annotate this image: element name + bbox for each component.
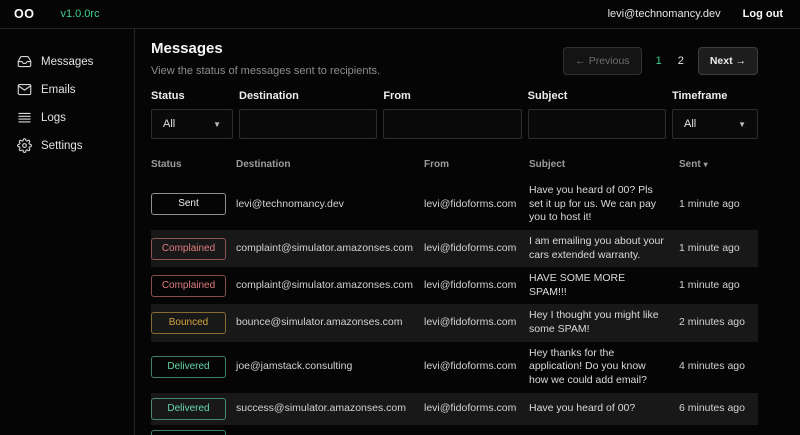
- sidebar-item-settings[interactable]: Settings: [0, 133, 134, 158]
- filters-bar: Status All ▼ Destination From Subject Ti…: [151, 90, 758, 139]
- sidebar-item-label: Logs: [41, 112, 66, 124]
- destination-filter-input[interactable]: [239, 109, 377, 139]
- status-badge: Complained: [151, 238, 226, 260]
- subject-filter-input[interactable]: [528, 109, 666, 139]
- table-row: Delivered success@simulator.amazonses.co…: [151, 393, 758, 425]
- table-row: Delivered joe@jamstack.consulting levi@f…: [151, 342, 758, 393]
- pagination: ← Previous 1 2 Next →: [563, 47, 758, 75]
- previous-page-button[interactable]: ← Previous: [563, 47, 641, 75]
- timeframe-filter-value: All: [684, 118, 696, 130]
- sidebar-item-label: Emails: [41, 84, 76, 96]
- table-row: Complained complaint@simulator.amazonses…: [151, 230, 758, 267]
- cell-subject: Hey thanks for the application! Do you k…: [529, 347, 679, 388]
- status-badge: Bounced: [151, 312, 226, 334]
- column-header-subject: Subject: [529, 159, 679, 170]
- page-title: Messages: [151, 40, 380, 57]
- user-email: levi@technomancy.dev: [608, 8, 721, 20]
- messages-table: Status Destination From Subject Sent▾ Se…: [151, 153, 758, 435]
- cell-sent: 1 minute ago: [679, 279, 757, 293]
- version-label: v1.0.0rc: [60, 8, 99, 20]
- cell-sent: 1 minute ago: [679, 198, 757, 212]
- cell-destination: levi@technomancy.dev: [236, 198, 424, 212]
- chevron-down-icon: ▼: [213, 120, 221, 129]
- cell-subject: Hey I thought you might like some SPAM!: [529, 309, 679, 336]
- sidebar: Messages Emails Logs Settings: [0, 29, 135, 435]
- cell-from: levi@fidoforms.com: [424, 402, 529, 416]
- cell-from: levi@fidoforms.com: [424, 198, 529, 212]
- logs-icon: [17, 110, 32, 125]
- page-subtitle: View the status of messages sent to reci…: [151, 65, 380, 77]
- cell-from: levi@fidoforms.com: [424, 360, 529, 374]
- main-content: Messages View the status of messages sen…: [135, 29, 800, 435]
- cell-sent: 1 minute ago: [679, 242, 757, 256]
- from-filter-label: From: [383, 90, 521, 102]
- cell-destination: complaint@simulator.amazonses.com: [236, 279, 424, 293]
- cell-subject: HAVE SOME MORE SPAM!!!: [529, 272, 679, 299]
- next-page-button[interactable]: Next →: [698, 47, 758, 75]
- subject-filter-label: Subject: [528, 90, 666, 102]
- sidebar-item-label: Messages: [41, 56, 93, 68]
- top-bar: OO v1.0.0rc levi@technomancy.dev Log out: [0, 0, 800, 29]
- cell-destination: complaint@simulator.amazonses.com: [236, 242, 424, 256]
- cell-sent: 6 minutes ago: [679, 402, 757, 416]
- column-header-from: From: [424, 159, 529, 170]
- table-row: Sent levi@technomancy.dev levi@fidoforms…: [151, 179, 758, 230]
- app-logo: OO: [14, 7, 34, 21]
- column-header-status: Status: [151, 159, 236, 170]
- inbox-icon: [17, 54, 32, 69]
- chevron-down-icon: ▼: [738, 120, 746, 129]
- cell-from: levi@fidoforms.com: [424, 242, 529, 256]
- sort-descending-icon: ▾: [704, 160, 708, 169]
- table-row: Bounced bounce@simulator.amazonses.com l…: [151, 304, 758, 341]
- cell-from: levi@fidoforms.com: [424, 279, 529, 293]
- cell-destination: bounce@simulator.amazonses.com: [236, 316, 424, 330]
- status-badge: Sent: [151, 193, 226, 215]
- sidebar-item-label: Settings: [41, 140, 83, 152]
- status-badge: Delivered: [151, 356, 226, 378]
- status-filter-select[interactable]: All ▼: [151, 109, 233, 139]
- sidebar-item-emails[interactable]: Emails: [0, 77, 134, 102]
- timeframe-filter-select[interactable]: All ▼: [672, 109, 758, 139]
- from-filter-input[interactable]: [383, 109, 521, 139]
- status-filter-value: All: [163, 118, 175, 130]
- page-number-current[interactable]: 1: [654, 55, 664, 67]
- sidebar-item-logs[interactable]: Logs: [0, 105, 134, 130]
- status-badge: Delivered: [151, 430, 226, 435]
- topbar-right: levi@technomancy.dev Log out: [608, 8, 783, 20]
- envelope-icon: [17, 82, 32, 97]
- timeframe-filter-label: Timeframe: [672, 90, 758, 102]
- gear-icon: [17, 138, 32, 153]
- page-number[interactable]: 2: [676, 55, 686, 67]
- column-header-sent[interactable]: Sent▾: [679, 159, 757, 170]
- cell-from: levi@fidoforms.com: [424, 316, 529, 330]
- status-badge: Complained: [151, 275, 226, 297]
- status-badge: Delivered: [151, 398, 226, 420]
- table-header-row: Status Destination From Subject Sent▾: [151, 153, 758, 179]
- logout-button[interactable]: Log out: [743, 8, 783, 20]
- messages-table-body: Sent levi@technomancy.dev levi@fidoforms…: [151, 179, 758, 435]
- cell-sent: 4 minutes ago: [679, 360, 757, 374]
- cell-destination: joe@jamstack.consulting: [236, 360, 424, 374]
- cell-sent: 2 minutes ago: [679, 316, 757, 330]
- destination-filter-label: Destination: [239, 90, 377, 102]
- status-filter-label: Status: [151, 90, 233, 102]
- cell-destination: success@simulator.amazonses.com: [236, 402, 424, 416]
- sidebar-item-messages[interactable]: Messages: [0, 49, 134, 74]
- cell-subject: Have you heard of 00?: [529, 402, 679, 416]
- cell-subject: I am emailing you about your cars extend…: [529, 235, 679, 262]
- column-header-destination: Destination: [236, 159, 424, 170]
- table-row: Delivered success@simulator.amazonses.co…: [151, 425, 758, 435]
- cell-subject: Have you heard of 00? Pls set it up for …: [529, 184, 679, 225]
- table-row: Complained complaint@simulator.amazonses…: [151, 267, 758, 304]
